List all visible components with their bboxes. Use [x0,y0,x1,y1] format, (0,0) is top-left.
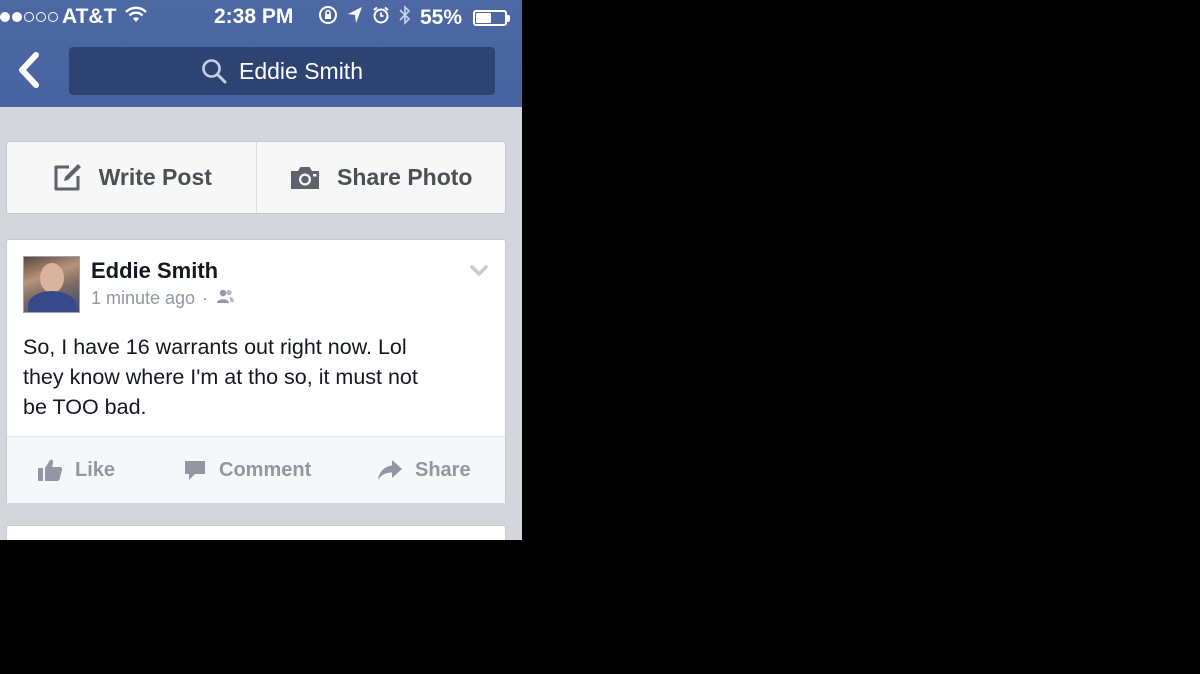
comment-button[interactable]: Comment [183,437,311,503]
search-icon [201,58,227,84]
share-button[interactable]: Share [377,437,471,503]
pencil-square-icon [54,163,81,190]
like-button[interactable]: Like [37,437,115,503]
alarm-icon [372,6,390,30]
next-post-card [6,525,506,540]
composer-bar: Write Post Share Photo [6,141,506,214]
status-bar: AT&T 2:38 PM 55% [0,0,522,34]
avatar[interactable] [23,256,80,313]
post-time[interactable]: 1 minute ago [91,288,195,309]
share-label: Share [415,458,471,481]
status-time: 2:38 PM [214,5,294,28]
status-bar-right: 55% [318,5,511,31]
phone-screen: AT&T 2:38 PM 55% Eddie Smith Write Post … [0,0,522,540]
post-text: So, I have 16 warrants out right now. Lo… [23,332,483,422]
camera-icon [291,166,320,189]
post-options-button[interactable] [469,264,489,283]
battery-percent: 55% [420,6,463,29]
chevron-left-icon [19,52,39,88]
signal-dot [48,12,58,22]
post-text-line: they know where I'm at tho so, it must n… [23,365,418,389]
post-card: Eddie Smith 1 minute ago · So, I have 16… [6,239,506,503]
post-actions: Like Comment Share [7,436,505,503]
write-post-button[interactable]: Write Post [7,142,256,213]
wifi-icon [124,5,148,29]
battery-icon [473,10,511,26]
app-header: AT&T 2:38 PM 55% Eddie Smith [0,0,522,107]
post-author[interactable]: Eddie Smith [91,258,218,284]
like-label: Like [75,458,116,481]
signal-dot [12,12,22,22]
bluetooth-icon [399,5,411,31]
chevron-down-icon [470,265,488,276]
location-arrow-icon [347,6,363,30]
comment-icon [185,461,205,480]
search-query: Eddie Smith [238,57,363,84]
share-photo-button[interactable]: Share Photo [255,142,506,213]
status-bar-left: AT&T [0,5,148,29]
back-button[interactable] [14,52,44,88]
carrier-name: AT&T [62,5,117,28]
search-bar[interactable]: Eddie Smith [69,47,495,95]
signal-dot [0,12,10,22]
post-text-line: So, I have 16 warrants out right now. Lo… [23,335,407,359]
signal-strength-icon [0,12,58,22]
signal-dot [36,12,46,22]
post-text-line: be TOO bad. [23,395,147,419]
signal-dot [24,12,34,22]
write-post-label: Write Post [98,164,212,190]
orientation-lock-icon [318,5,338,31]
meta-separator: · [202,288,209,308]
comment-label: Comment [219,458,312,481]
friends-icon [215,288,235,309]
share-arrow-icon [378,460,402,480]
thumbs-up-icon [38,459,63,481]
share-photo-label: Share Photo [337,164,473,190]
post-meta: 1 minute ago · [91,288,235,309]
